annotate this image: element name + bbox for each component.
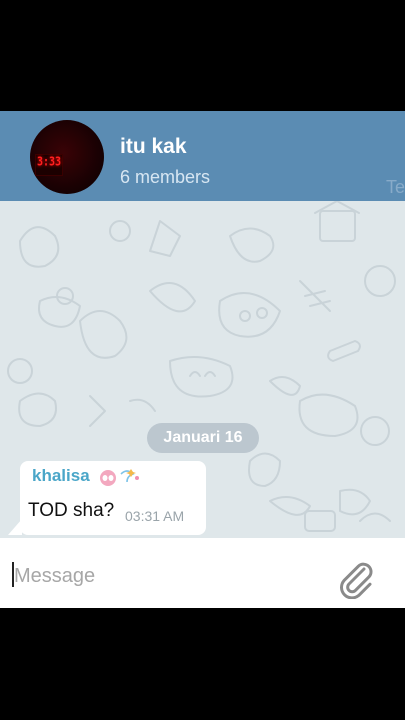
header-corner-text: Te: [385, 177, 405, 197]
date-divider: Januari 16: [147, 423, 259, 453]
message-input[interactable]: Message: [14, 565, 95, 588]
nav-area: [0, 608, 405, 720]
sender-name[interactable]: khalisa: [32, 466, 90, 485]
emoji-icon: [100, 468, 140, 486]
group-title: itu kak: [120, 135, 187, 158]
paperclip-icon[interactable]: [334, 557, 376, 599]
group-avatar[interactable]: 3:33: [30, 120, 104, 194]
status-area: [0, 0, 405, 111]
message-bubble[interactable]: khalisa TOD sha? 03:31 AM: [20, 461, 206, 535]
avatar-clock-text: 3:33: [37, 155, 62, 170]
message-time: 03:31 AM: [125, 508, 185, 524]
chat-header[interactable]: 3:33 itu kak 6 members Te: [0, 111, 405, 201]
message-text: TOD sha?: [28, 500, 115, 521]
message-composer[interactable]: Message: [0, 538, 405, 608]
date-label: Januari 16: [163, 429, 243, 446]
member-count: 6 members: [120, 167, 211, 187]
chat-area[interactable]: Januari 16 khalisa TOD sha? 03:31 AM: [0, 201, 405, 538]
sender-name-row[interactable]: khalisa: [32, 466, 141, 486]
